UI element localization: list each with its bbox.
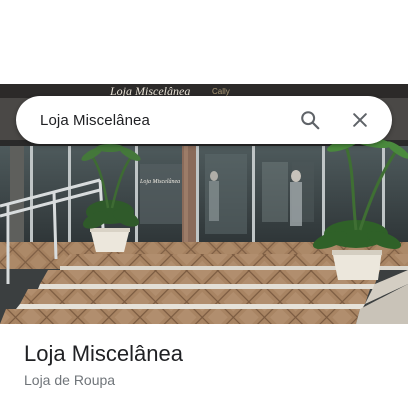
svg-text:Cally: Cally	[212, 87, 230, 96]
search-bar[interactable]: Loja Miscelânea	[16, 96, 392, 144]
top-blank-area	[0, 0, 408, 84]
search-icon	[301, 111, 320, 130]
clear-search-button[interactable]	[342, 102, 378, 138]
place-card: Loja Miscelânea Cally Loja Miscelânea Lo…	[0, 0, 408, 408]
close-icon	[353, 113, 367, 127]
search-button[interactable]	[292, 102, 328, 138]
search-query-text[interactable]: Loja Miscelânea	[40, 112, 292, 129]
place-title[interactable]: Loja Miscelânea	[24, 340, 384, 368]
photo-door-sign: Loja Miscelânea	[139, 179, 180, 185]
place-info: Loja Miscelânea Loja de Roupa	[24, 340, 384, 390]
place-category: Loja de Roupa	[24, 372, 116, 388]
